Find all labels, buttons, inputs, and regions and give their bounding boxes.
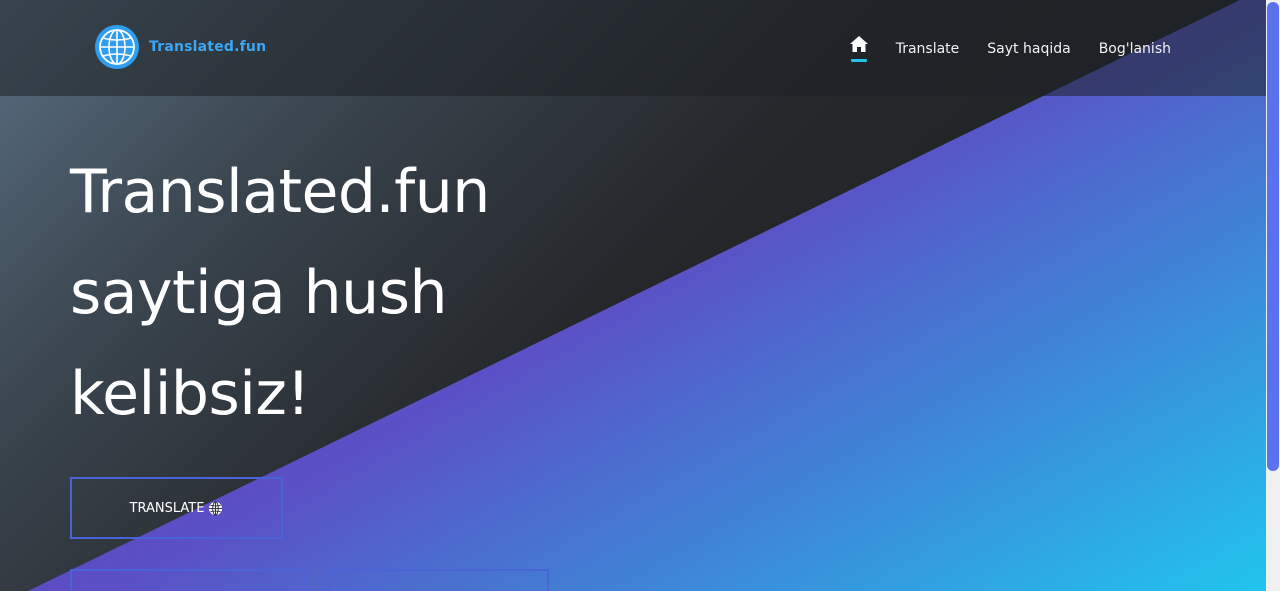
translate-button-label: TRANSLATE [129, 500, 205, 516]
translate-button[interactable]: TRANSLATE [70, 477, 283, 539]
hero-title: Translated.fun saytiga hush kelibsiz! [70, 142, 630, 445]
active-indicator [850, 59, 867, 62]
nav-about[interactable]: Sayt haqida [987, 41, 1070, 57]
brand[interactable]: Translated.fun [95, 25, 266, 69]
hero-title-line-1: Translated.fun [70, 157, 490, 227]
brand-name: Translated.fun [149, 39, 267, 55]
page: Translated.fun Translate Sayt haqida Bog… [0, 0, 1280, 591]
scrollbar-thumb[interactable] [1267, 2, 1279, 471]
home-icon [849, 36, 868, 56]
hero-title-line-3: kelibsiz! [70, 359, 310, 429]
nav-translate[interactable]: Translate [896, 41, 960, 57]
nav-home[interactable] [849, 36, 868, 62]
main-nav: Translate Sayt haqida Bog'lanish [849, 36, 1171, 62]
feature-card[interactable] [329, 569, 549, 591]
globe-icon [95, 25, 139, 69]
hero-title-line-2: saytiga hush [70, 258, 448, 328]
navbar: Translated.fun Translate Sayt haqida Bog… [0, 0, 1266, 96]
globe-icon [208, 500, 223, 516]
nav-contact[interactable]: Bog'lanish [1099, 41, 1171, 57]
feature-card[interactable] [70, 569, 305, 591]
